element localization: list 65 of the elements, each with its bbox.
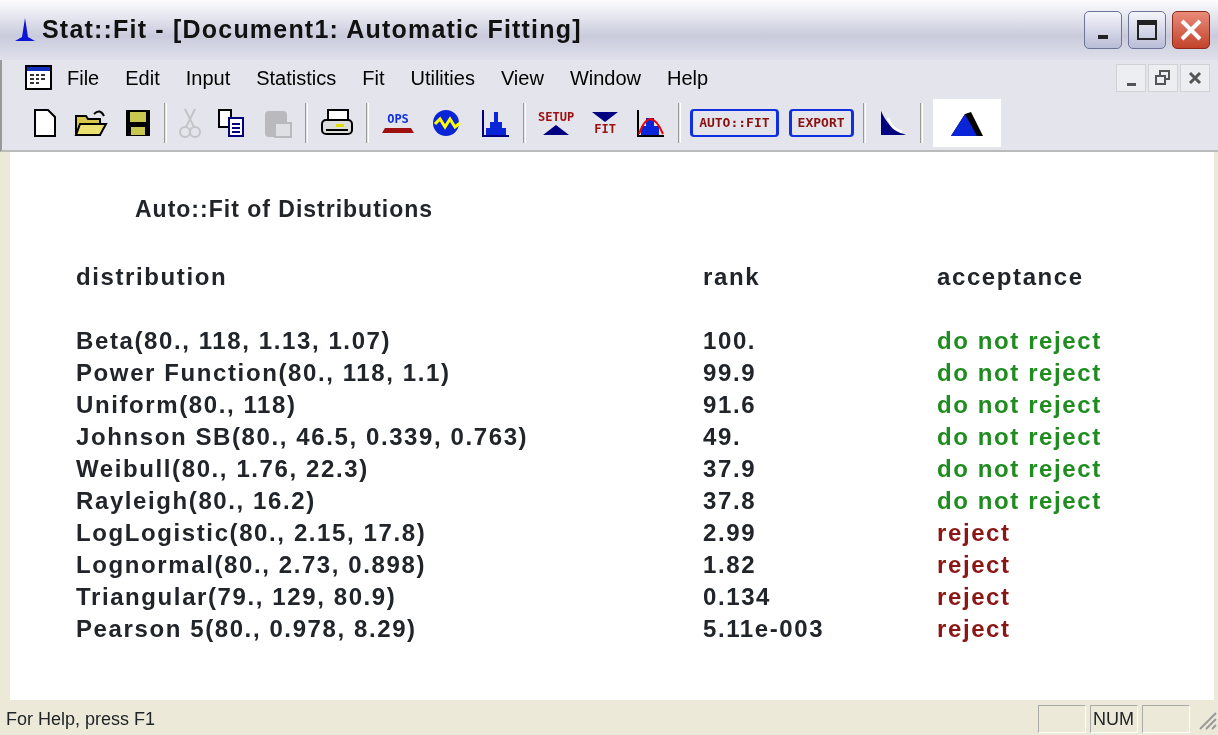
menu-item[interactable]: Utilities xyxy=(397,63,488,93)
acceptance-cell-text: do not reject xyxy=(937,485,1103,516)
acceptance-cell-text: reject xyxy=(937,549,1012,580)
distribution-cell-text: Pearson 5(80., 0.978, 8.29) xyxy=(76,613,418,644)
menu-item[interactable]: Statistics xyxy=(243,63,350,93)
menu-item[interactable]: Window xyxy=(556,63,655,93)
menu-item[interactable]: Input xyxy=(172,63,244,93)
rank-cell-text: 37.9 xyxy=(703,453,758,484)
column-header: acceptance xyxy=(937,261,1085,292)
menu-item[interactable]: Edit xyxy=(112,63,173,93)
status-message: For Help, press F1 xyxy=(6,707,156,731)
document-icon[interactable] xyxy=(24,64,54,92)
restore-button[interactable] xyxy=(1148,64,1178,92)
distribution-cell-text: Johnson SB(80., 46.5, 0.339, 0.763) xyxy=(76,421,530,452)
rank-cell-text: 37.8 xyxy=(703,485,758,516)
report-title: Auto::Fit of Distributions xyxy=(135,195,435,224)
distribution-cell-text: Beta(80., 118, 1.13, 1.07) xyxy=(76,325,393,356)
maximize-icon xyxy=(1136,19,1158,41)
acceptance-cell-text: do not reject xyxy=(937,357,1103,388)
rank-cell-text: 100. xyxy=(703,325,758,356)
distribution-cell-text: Triangular(79., 129, 80.9) xyxy=(76,581,398,612)
rank-cell-text: 49. xyxy=(703,421,743,452)
close-icon xyxy=(1188,71,1202,85)
setup-button[interactable]: SETUP xyxy=(530,103,583,143)
acceptance-cell-text: reject xyxy=(937,517,1012,548)
distribution-cell-text: Lognormal(80., 2.73, 0.898) xyxy=(76,549,427,580)
status-indicator: NUM xyxy=(1090,705,1138,733)
maximize-button[interactable] xyxy=(1128,11,1166,49)
distribution-cell-text: Weibull(80., 1.76, 22.3) xyxy=(76,453,370,484)
rank-cell-text: 2.99 xyxy=(703,517,758,548)
minimize-icon xyxy=(1126,82,1136,86)
rank-cell-text: 0.134 xyxy=(703,581,773,612)
distribution-cell-text: Rayleigh(80., 16.2) xyxy=(76,485,317,516)
status-panel xyxy=(1038,705,1086,733)
menu-item[interactable]: Help xyxy=(654,63,722,93)
bar-icon xyxy=(381,125,415,134)
rank-cell-text: 1.82 xyxy=(703,549,758,580)
status-panel xyxy=(1142,705,1190,733)
rank-cell-text: 99.9 xyxy=(703,357,758,388)
column-header: distribution xyxy=(76,261,229,292)
minimize-icon xyxy=(1098,35,1108,39)
rank-cell-text: 91.6 xyxy=(703,389,758,420)
ops-button[interactable]: OPS xyxy=(373,103,423,143)
close-button[interactable] xyxy=(1172,11,1210,49)
window-title: Stat::Fit - [Document1: Automatic Fitting] xyxy=(42,14,582,46)
acceptance-cell-text: do not reject xyxy=(937,453,1103,484)
distribution-cell-text: Uniform(80., 118) xyxy=(76,389,298,420)
distribution-cell-text: LogLogistic(80., 2.15, 17.8) xyxy=(76,517,428,548)
rank-cell-text: 5.11e-003 xyxy=(703,613,826,644)
close-icon xyxy=(1179,18,1203,42)
fit-button[interactable]: FIT xyxy=(582,103,629,143)
acceptance-cell-text: reject xyxy=(937,613,1012,644)
acceptance-cell-text: reject xyxy=(937,581,1012,612)
acceptance-cell-text: do not reject xyxy=(937,325,1103,356)
column-header: rank xyxy=(703,261,762,292)
menu-item[interactable]: View xyxy=(487,63,557,93)
distribution-cell-text: Power Function(80., 118, 1.1) xyxy=(76,357,452,388)
minimize-button[interactable] xyxy=(1084,11,1122,49)
export-button[interactable]: EXPORT xyxy=(788,109,854,137)
menu-item[interactable]: File xyxy=(54,63,113,93)
auto-fit-button[interactable]: AUTO::FIT xyxy=(690,109,779,137)
menu-item[interactable]: Fit xyxy=(349,63,398,93)
restore-icon xyxy=(1155,70,1171,86)
acceptance-cell-text: do not reject xyxy=(937,421,1103,452)
acceptance-cell-text: do not reject xyxy=(937,389,1103,420)
